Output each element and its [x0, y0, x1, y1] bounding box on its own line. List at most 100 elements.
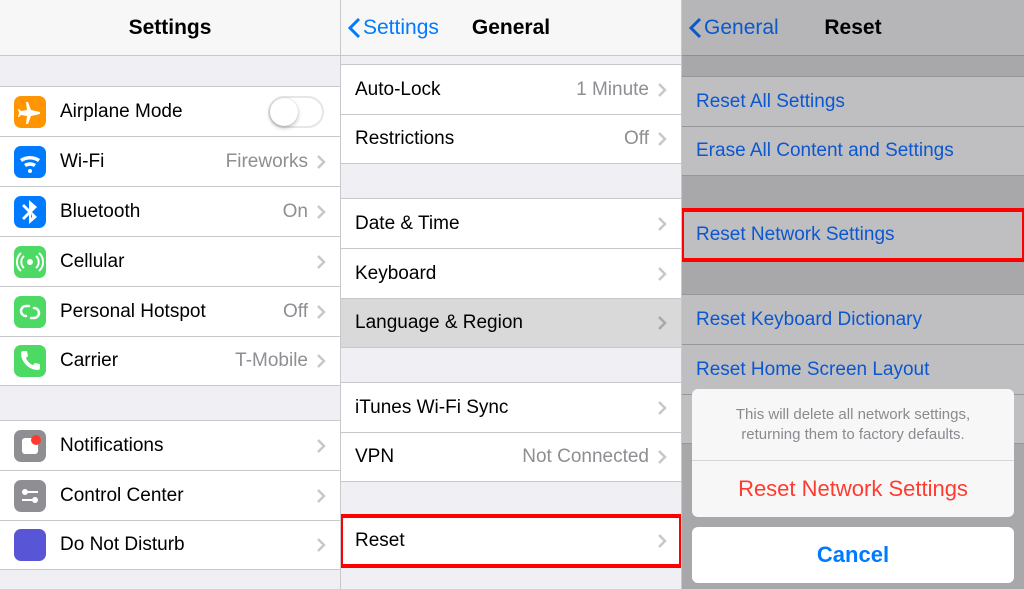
- control-center-icon: [14, 480, 46, 512]
- row-label: Do Not Disturb: [60, 534, 316, 556]
- wifi-icon: [14, 146, 46, 178]
- row-reset-network-settings[interactable]: Reset Network Settings: [682, 210, 1024, 260]
- airplane-switch[interactable]: [268, 96, 324, 128]
- page-title: General: [472, 16, 550, 40]
- settings-screen: Settings Airplane Mode Wi-Fi Fireworks: [0, 0, 341, 589]
- row-label: Reset Network Settings: [696, 224, 1010, 246]
- notifications-icon: [14, 430, 46, 462]
- row-detail: Off: [283, 301, 308, 323]
- group-reset-1: Reset All Settings Erase All Content and…: [682, 76, 1024, 176]
- general-screen: Settings General Auto-Lock 1 Minute Rest…: [341, 0, 682, 589]
- row-label: Cellular: [60, 251, 316, 273]
- row-label: VPN: [355, 446, 522, 468]
- cellular-icon: [14, 246, 46, 278]
- back-button[interactable]: General: [688, 0, 779, 55]
- row-personal-hotspot[interactable]: Personal Hotspot Off: [0, 286, 340, 336]
- back-button[interactable]: Settings: [347, 0, 439, 55]
- row-detail: T-Mobile: [235, 350, 308, 372]
- dimmed-overlay: Reset All Settings Erase All Content and…: [682, 56, 1024, 589]
- chevron-right-icon: [316, 204, 326, 220]
- row-wifi[interactable]: Wi-Fi Fireworks: [0, 136, 340, 186]
- airplane-icon: [14, 96, 46, 128]
- row-label: Carrier: [60, 350, 235, 372]
- chevron-right-icon: [657, 131, 667, 147]
- group-system: Notifications Control Center Do Not Dist…: [0, 420, 340, 570]
- row-label: Reset Keyboard Dictionary: [696, 309, 1010, 331]
- row-label: Bluetooth: [60, 201, 283, 223]
- row-keyboard[interactable]: Keyboard: [341, 248, 681, 298]
- chevron-right-icon: [657, 400, 667, 416]
- row-label: Notifications: [60, 435, 316, 457]
- group-sync: iTunes Wi-Fi Sync VPN Not Connected: [341, 382, 681, 482]
- chevron-right-icon: [316, 438, 326, 454]
- chevron-right-icon: [316, 537, 326, 553]
- row-label: iTunes Wi-Fi Sync: [355, 397, 657, 419]
- row-label: Keyboard: [355, 263, 657, 285]
- chevron-right-icon: [657, 216, 667, 232]
- group-connectivity: Airplane Mode Wi-Fi Fireworks Bluetooth …: [0, 86, 340, 386]
- chevron-right-icon: [657, 266, 667, 282]
- navbar: Settings General: [341, 0, 681, 56]
- chevron-right-icon: [316, 488, 326, 504]
- row-detail: Off: [624, 128, 649, 150]
- row-label: Restrictions: [355, 128, 624, 150]
- group-reset-2: Reset Network Settings: [682, 210, 1024, 260]
- row-erase-all[interactable]: Erase All Content and Settings: [682, 126, 1024, 176]
- row-reset-home-screen[interactable]: Reset Home Screen Layout: [682, 344, 1024, 394]
- row-reset-all-settings[interactable]: Reset All Settings: [682, 76, 1024, 126]
- reset-screen: General Reset Reset All Settings Erase A…: [682, 0, 1024, 589]
- action-sheet: This will delete all network settings, r…: [682, 389, 1024, 583]
- chevron-right-icon: [316, 304, 326, 320]
- hotspot-icon: [14, 296, 46, 328]
- row-auto-lock[interactable]: Auto-Lock 1 Minute: [341, 64, 681, 114]
- navbar: General Reset: [682, 0, 1024, 56]
- row-do-not-disturb[interactable]: Do Not Disturb: [0, 520, 340, 570]
- chevron-right-icon: [657, 82, 667, 98]
- row-label: Auto-Lock: [355, 79, 576, 101]
- bluetooth-icon: [14, 196, 46, 228]
- sheet-group: This will delete all network settings, r…: [692, 389, 1014, 517]
- row-vpn[interactable]: VPN Not Connected: [341, 432, 681, 482]
- row-label: Personal Hotspot: [60, 301, 283, 323]
- row-label: Language & Region: [355, 312, 657, 334]
- row-reset-keyboard-dictionary[interactable]: Reset Keyboard Dictionary: [682, 294, 1024, 344]
- row-detail: Not Connected: [522, 446, 649, 468]
- sheet-cancel-button[interactable]: Cancel: [692, 527, 1014, 583]
- row-reset[interactable]: Reset: [341, 516, 681, 566]
- row-control-center[interactable]: Control Center: [0, 470, 340, 520]
- row-date-time[interactable]: Date & Time: [341, 198, 681, 248]
- sheet-message: This will delete all network settings, r…: [692, 389, 1014, 461]
- row-carrier[interactable]: Carrier T-Mobile: [0, 336, 340, 386]
- group-lock: Auto-Lock 1 Minute Restrictions Off: [341, 64, 681, 164]
- row-notifications[interactable]: Notifications: [0, 420, 340, 470]
- row-detail: On: [283, 201, 308, 223]
- phone-icon: [14, 345, 46, 377]
- row-label: Control Center: [60, 485, 316, 507]
- row-cellular[interactable]: Cellular: [0, 236, 340, 286]
- row-detail: 1 Minute: [576, 79, 649, 101]
- row-label: Wi-Fi: [60, 151, 226, 173]
- page-title: Settings: [129, 16, 212, 40]
- back-label: General: [704, 16, 779, 40]
- group-reset: Reset: [341, 516, 681, 566]
- row-label: Reset All Settings: [696, 91, 1010, 113]
- row-bluetooth[interactable]: Bluetooth On: [0, 186, 340, 236]
- chevron-right-icon: [316, 254, 326, 270]
- row-label: Reset: [355, 530, 657, 552]
- row-itunes-wifi-sync[interactable]: iTunes Wi-Fi Sync: [341, 382, 681, 432]
- row-detail: Fireworks: [226, 151, 308, 173]
- row-label: Erase All Content and Settings: [696, 140, 1010, 162]
- navbar: Settings: [0, 0, 340, 56]
- row-label: Airplane Mode: [60, 101, 268, 123]
- row-language-region[interactable]: Language & Region: [341, 298, 681, 348]
- moon-icon: [14, 529, 46, 561]
- chevron-right-icon: [657, 533, 667, 549]
- page-title: Reset: [824, 16, 881, 40]
- sheet-destructive-button[interactable]: Reset Network Settings: [692, 461, 1014, 517]
- row-restrictions[interactable]: Restrictions Off: [341, 114, 681, 164]
- back-label: Settings: [363, 16, 439, 40]
- row-airplane-mode[interactable]: Airplane Mode: [0, 86, 340, 136]
- chevron-right-icon: [316, 154, 326, 170]
- chevron-right-icon: [657, 315, 667, 331]
- row-label: Date & Time: [355, 213, 657, 235]
